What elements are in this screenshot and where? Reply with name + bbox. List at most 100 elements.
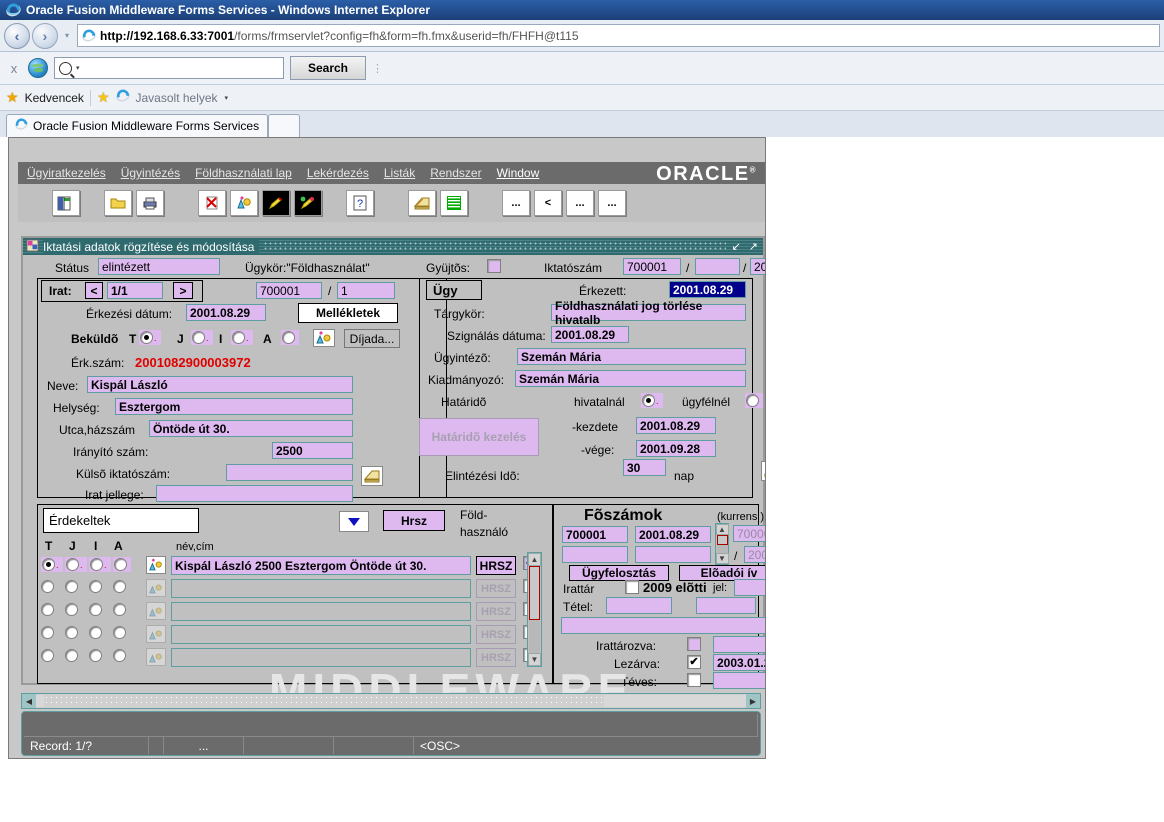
row-radio-t[interactable]: . bbox=[41, 557, 63, 572]
iktatoszam-field-2[interactable] bbox=[695, 258, 740, 275]
row-radio-j[interactable] bbox=[65, 603, 78, 616]
scroll-thumb[interactable] bbox=[44, 695, 604, 707]
chevron-down-icon[interactable]: ▾ bbox=[225, 94, 229, 102]
irattarozva-date-field[interactable] bbox=[713, 636, 765, 653]
row-hrsz-button[interactable]: HRSZ bbox=[476, 602, 516, 621]
dijada-button[interactable]: Díjada... bbox=[344, 329, 400, 348]
notes-icon[interactable] bbox=[408, 190, 436, 216]
ugyfelosztas-button[interactable]: Ügyfelosztás bbox=[569, 565, 669, 581]
iktatoszam-field-3[interactable]: 2001 bbox=[750, 258, 765, 275]
search-button[interactable]: Search bbox=[290, 56, 366, 80]
ugyintezo-field[interactable]: Szemán Mária bbox=[517, 348, 746, 365]
nav-button-4[interactable]: ... bbox=[598, 190, 626, 216]
address-input[interactable]: http://192.168.6.33:7001/forms/frmservle… bbox=[77, 24, 1160, 47]
row-nevcim-field[interactable] bbox=[171, 625, 471, 644]
bekuldo-radio-t[interactable]: . bbox=[139, 330, 161, 345]
status-field[interactable]: elintézett bbox=[98, 258, 220, 275]
favorites-label[interactable]: Kedvencek bbox=[25, 91, 84, 105]
row-lov-icon[interactable] bbox=[146, 602, 166, 620]
irat-page-field[interactable]: 1/1 bbox=[107, 282, 163, 299]
menu-lekerdezes[interactable]: Lekérdezés bbox=[307, 166, 369, 180]
row-nevcim-field[interactable] bbox=[171, 579, 471, 598]
scroll-down-icon[interactable]: ▼ bbox=[528, 653, 541, 666]
row-radio-a[interactable] bbox=[113, 580, 126, 593]
row-radio-t[interactable] bbox=[41, 626, 54, 639]
query-icon[interactable] bbox=[230, 190, 258, 216]
bekuldo-radio-a[interactable] bbox=[281, 330, 299, 345]
utca-field[interactable]: Öntöde út 30. bbox=[149, 420, 353, 437]
row-hrsz-button[interactable]: HRSZ bbox=[476, 648, 516, 667]
irat-prev-button[interactable]: < bbox=[85, 282, 103, 299]
row-hrsz-button[interactable]: HRSZ bbox=[476, 625, 516, 644]
foszamok-num-1[interactable]: 700001 bbox=[562, 526, 628, 543]
ugy-notes-icon[interactable] bbox=[761, 461, 765, 481]
szignalas-field[interactable]: 2001.08.29 bbox=[551, 326, 629, 343]
scroll-left-icon[interactable]: ◀ bbox=[22, 694, 36, 708]
erdekeltek-dropdown-icon[interactable] bbox=[339, 511, 369, 532]
iktatoszam-field-1[interactable]: 700001 bbox=[623, 258, 681, 275]
nav-button-1[interactable]: ... bbox=[502, 190, 530, 216]
new-icon[interactable] bbox=[52, 190, 80, 216]
nav-button-prev[interactable]: < bbox=[534, 190, 562, 216]
tetel-field-1[interactable] bbox=[606, 597, 672, 614]
scroll-thumb[interactable] bbox=[529, 566, 540, 621]
row-radio-j[interactable]: . bbox=[65, 557, 87, 572]
row-radio-i[interactable] bbox=[89, 603, 102, 616]
tetel-field-2[interactable] bbox=[696, 597, 756, 614]
foszamok-date-1[interactable]: 2001.08.29 bbox=[635, 526, 711, 543]
teves-checkbox[interactable] bbox=[687, 673, 701, 687]
scroll-track[interactable] bbox=[716, 535, 728, 553]
ugyfelnel-radio[interactable] bbox=[745, 393, 763, 408]
row-radio-j[interactable] bbox=[65, 580, 78, 593]
irat-next-button[interactable]: > bbox=[173, 282, 193, 299]
kulso-notes-icon[interactable] bbox=[361, 466, 383, 486]
iratjellege-field[interactable] bbox=[156, 485, 353, 502]
maximize-icon[interactable]: ↗ bbox=[747, 240, 760, 253]
jel-field[interactable] bbox=[734, 579, 765, 596]
toolbar-grip[interactable]: ⋮ bbox=[372, 62, 383, 75]
help-icon[interactable]: ? bbox=[346, 190, 374, 216]
erkezett-field[interactable]: 2001.08.29 bbox=[669, 281, 746, 298]
row-lov-icon[interactable] bbox=[146, 648, 166, 666]
menu-ugyiratkezeles[interactable]: Ügyiratkezelés bbox=[27, 166, 106, 180]
bekuldo-radio-j[interactable]: . bbox=[191, 330, 213, 345]
kurrens-num-field[interactable]: 700001 bbox=[733, 525, 765, 542]
lezarva-date-field[interactable]: 2003.01.28 bbox=[713, 654, 765, 671]
row-lov-icon[interactable] bbox=[146, 579, 166, 597]
list-icon[interactable] bbox=[440, 190, 468, 216]
scroll-up-icon[interactable]: ▲ bbox=[528, 553, 541, 566]
scroll-right-icon[interactable]: ▶ bbox=[746, 694, 760, 708]
row-radio-a[interactable] bbox=[113, 649, 126, 662]
hrsz-button[interactable]: Hrsz bbox=[383, 510, 445, 531]
scroll-track[interactable] bbox=[36, 695, 746, 707]
row-nevcim-field[interactable] bbox=[171, 602, 471, 621]
foszamok-scrollbar[interactable]: ▲ ▼ bbox=[715, 523, 729, 565]
row-radio-a[interactable] bbox=[113, 603, 126, 616]
search-input[interactable]: ▾ bbox=[54, 57, 284, 79]
hivatalnal-radio[interactable]: . bbox=[641, 393, 663, 408]
row-radio-j[interactable] bbox=[65, 649, 78, 662]
foszamok-date-2[interactable] bbox=[635, 546, 711, 563]
close-icon[interactable]: x bbox=[6, 61, 22, 76]
row-radio-t[interactable] bbox=[41, 580, 54, 593]
tab-forms-services[interactable]: Oracle Fusion Middleware Forms Services bbox=[6, 114, 269, 137]
foszamok-num-2[interactable] bbox=[562, 546, 628, 563]
kezdete-field[interactable]: 2001.08.29 bbox=[636, 417, 716, 434]
menu-ugyintezes[interactable]: Ügyintézés bbox=[121, 166, 180, 180]
menu-foldhasznalati-lap[interactable]: Földhasználati lap bbox=[195, 166, 292, 180]
minimize-icon[interactable]: ↙ bbox=[730, 240, 743, 253]
printer-icon[interactable] bbox=[136, 190, 164, 216]
row-lov-icon[interactable] bbox=[146, 556, 166, 574]
mellekletek-button[interactable]: Mellékletek bbox=[298, 303, 398, 323]
gyujtos-checkbox[interactable] bbox=[487, 259, 501, 273]
recent-pages-caret-icon[interactable]: ▾ bbox=[60, 31, 74, 40]
irat-number-field[interactable]: 700001 bbox=[256, 282, 322, 299]
chevron-down-icon[interactable]: ▾ bbox=[76, 64, 80, 72]
row-lov-icon[interactable] bbox=[146, 625, 166, 643]
elintezesi-field[interactable]: 30 bbox=[623, 459, 666, 476]
irat-sub-field[interactable]: 1 bbox=[337, 282, 395, 299]
targykor-field[interactable]: Földhasználati jog törlése hivatalb bbox=[551, 299, 746, 327]
form-horizontal-scrollbar[interactable]: ◀ ▶ bbox=[21, 693, 761, 709]
kurrens-year-field[interactable]: 2001 bbox=[744, 546, 765, 563]
folder-icon[interactable] bbox=[104, 190, 132, 216]
